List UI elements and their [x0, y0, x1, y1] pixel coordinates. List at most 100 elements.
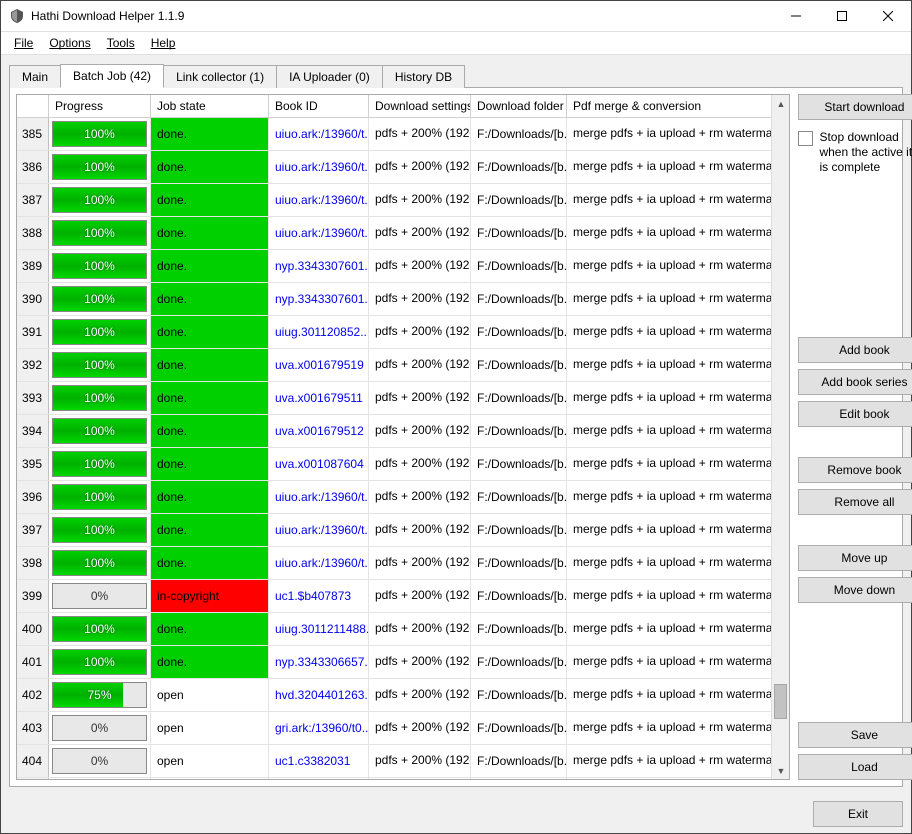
menu-tools[interactable]: Tools	[100, 34, 142, 52]
remove-book-button[interactable]: Remove book	[798, 457, 912, 483]
row-index: 402	[17, 679, 49, 711]
table-row[interactable]: 395100%done.uva.x001087604pdfs + 200% (1…	[17, 448, 789, 481]
tab-history-db[interactable]: History DB	[382, 65, 465, 88]
book-id-cell[interactable]: nyp.3343306657...	[269, 646, 369, 678]
table-row[interactable]: 3990%in-copyrightuc1.$b407873pdfs + 200%…	[17, 580, 789, 613]
book-id-cell[interactable]: gri.ark:/13960/t0...	[269, 712, 369, 744]
menu-file[interactable]: File	[7, 34, 40, 52]
book-id-cell[interactable]: uiuo.ark:/13960/t...	[269, 514, 369, 546]
download-settings-cell: pdfs + 200% (192dpi)+ resum...	[369, 679, 471, 711]
tab-link-collector[interactable]: Link collector (1)	[163, 65, 277, 88]
add-book-button[interactable]: Add book	[798, 337, 912, 363]
load-button[interactable]: Load	[798, 754, 912, 780]
merge-cell: merge pdfs + ia upload + rm watermark	[567, 118, 789, 150]
table-row[interactable]: 394100%done.uva.x001679512pdfs + 200% (1…	[17, 415, 789, 448]
table-row[interactable]: 400100%done.uiug.3011211488...pdfs + 200…	[17, 613, 789, 646]
book-id-cell[interactable]: uiug.301120852...	[269, 316, 369, 348]
table-row[interactable]: 397100%done.uiuo.ark:/13960/t...pdfs + 2…	[17, 514, 789, 547]
jobs-grid[interactable]: Progress Job state Book ID Download sett…	[16, 94, 790, 780]
job-state-cell: open	[151, 712, 269, 744]
table-row[interactable]: 4030%opengri.ark:/13960/t0...pdfs + 200%…	[17, 712, 789, 745]
maximize-button[interactable]	[819, 1, 865, 31]
scroll-up-icon[interactable]: ▲	[772, 95, 789, 112]
book-id-cell[interactable]: uiuo.ark:/13960/t...	[269, 547, 369, 579]
book-id-cell[interactable]: nyp.3343307601...	[269, 283, 369, 315]
book-id-cell[interactable]: uiuo.ark:/13960/t...	[269, 217, 369, 249]
table-row[interactable]: 401100%done.nyp.3343306657...pdfs + 200%…	[17, 646, 789, 679]
book-id-cell[interactable]: uiug.3011211488...	[269, 613, 369, 645]
menu-help[interactable]: Help	[144, 34, 183, 52]
minimize-button[interactable]	[773, 1, 819, 31]
book-id-cell[interactable]: nyp.3343307601...	[269, 250, 369, 282]
menu-options[interactable]: Options	[42, 34, 97, 52]
col-index[interactable]	[17, 95, 49, 117]
remove-all-button[interactable]: Remove all	[798, 489, 912, 515]
book-id-cell[interactable]: uva.x001679512	[269, 415, 369, 447]
progress-cell: 100%	[49, 646, 151, 678]
move-down-button[interactable]: Move down	[798, 577, 912, 603]
book-id-cell[interactable]: uiuo.ark:/13960/t...	[269, 118, 369, 150]
table-row[interactable]: 391100%done.uiug.301120852...pdfs + 200%…	[17, 316, 789, 349]
col-download-settings[interactable]: Download settings	[369, 95, 471, 117]
table-row[interactable]: 396100%done.uiuo.ark:/13960/t...pdfs + 2…	[17, 481, 789, 514]
book-id-cell[interactable]: hvd.3204401263...	[269, 679, 369, 711]
table-row[interactable]: 386100%done.uiuo.ark:/13960/t...pdfs + 2…	[17, 151, 789, 184]
table-row[interactable]: 389100%done.nyp.3343307601...pdfs + 200%…	[17, 250, 789, 283]
table-row[interactable]: 398100%done.uiuo.ark:/13960/t...pdfs + 2…	[17, 547, 789, 580]
job-state-cell: done.	[151, 646, 269, 678]
table-row[interactable]: 4040%openuc1.c3382031pdfs + 200% (192dpi…	[17, 745, 789, 778]
stop-when-complete-option[interactable]: Stop download when the active item is co…	[798, 126, 912, 175]
book-id-cell[interactable]: uc1.$b407873	[269, 580, 369, 612]
move-up-button[interactable]: Move up	[798, 545, 912, 571]
stop-when-complete-checkbox[interactable]	[798, 131, 813, 146]
add-book-series-button[interactable]: Add book series	[798, 369, 912, 395]
menubar: File Options Tools Help	[1, 32, 911, 55]
save-button[interactable]: Save	[798, 722, 912, 748]
merge-cell: merge pdfs + ia upload + rm watermark	[567, 547, 789, 579]
row-index: 399	[17, 580, 49, 612]
col-download-folder[interactable]: Download folder	[471, 95, 567, 117]
book-id-cell[interactable]: uc1.c3382031	[269, 745, 369, 777]
table-row[interactable]: 393100%done.uva.x001679511pdfs + 200% (1…	[17, 382, 789, 415]
grid-body[interactable]: 385100%done.uiuo.ark:/13960/t...pdfs + 2…	[17, 118, 789, 779]
col-job-state[interactable]: Job state	[151, 95, 269, 117]
row-index: 398	[17, 547, 49, 579]
merge-cell: merge pdfs + ia upload + rm watermark	[567, 283, 789, 315]
exit-button[interactable]: Exit	[813, 801, 903, 827]
book-id-cell[interactable]: uva.x001087604	[269, 448, 369, 480]
progress-cell: 100%	[49, 382, 151, 414]
table-row[interactable]: 387100%done.uiuo.ark:/13960/t...pdfs + 2…	[17, 184, 789, 217]
download-folder-cell: F:/Downloads/[b...	[471, 745, 567, 777]
row-index: 395	[17, 448, 49, 480]
book-id-cell[interactable]: uva.x001679519	[269, 349, 369, 381]
edit-book-button[interactable]: Edit book	[798, 401, 912, 427]
table-row[interactable]: 392100%done.uva.x001679519pdfs + 200% (1…	[17, 349, 789, 382]
col-book-id[interactable]: Book ID	[269, 95, 369, 117]
table-row[interactable]: 388100%done.uiuo.ark:/13960/t...pdfs + 2…	[17, 217, 789, 250]
col-pdf-merge[interactable]: Pdf merge & conversion	[567, 95, 789, 117]
book-id-cell[interactable]: uva.x001679511	[269, 382, 369, 414]
start-download-button[interactable]: Start download	[798, 94, 912, 120]
book-id-cell[interactable]: uiuo.ark:/13960/t...	[269, 481, 369, 513]
scroll-down-icon[interactable]: ▼	[772, 762, 789, 779]
close-button[interactable]	[865, 1, 911, 31]
download-settings-cell: pdfs + 200% (192dpi)+ resum...	[369, 250, 471, 282]
progress-cell: 100%	[49, 547, 151, 579]
col-progress[interactable]: Progress	[49, 95, 151, 117]
job-state-cell: done.	[151, 415, 269, 447]
table-row[interactable]: 4050%openuc1.c004122786pdfs + 200% (192d…	[17, 778, 789, 779]
book-id-cell[interactable]: uiuo.ark:/13960/t...	[269, 184, 369, 216]
tab-main[interactable]: Main	[9, 65, 61, 88]
tab-batch-job[interactable]: Batch Job (42)	[60, 64, 164, 88]
table-row[interactable]: 40275%openhvd.3204401263...pdfs + 200% (…	[17, 679, 789, 712]
table-row[interactable]: 385100%done.uiuo.ark:/13960/t...pdfs + 2…	[17, 118, 789, 151]
tab-ia-uploader[interactable]: IA Uploader (0)	[276, 65, 383, 88]
table-row[interactable]: 390100%done.nyp.3343307601...pdfs + 200%…	[17, 283, 789, 316]
scroll-thumb[interactable]	[774, 684, 787, 719]
job-state-cell: done.	[151, 283, 269, 315]
book-id-cell[interactable]: uc1.c004122786	[269, 778, 369, 779]
progress-cell: 100%	[49, 349, 151, 381]
book-id-cell[interactable]: uiuo.ark:/13960/t...	[269, 151, 369, 183]
vertical-scrollbar[interactable]: ▲ ▼	[771, 95, 789, 779]
merge-cell: merge pdfs + ia upload + rm watermark	[567, 217, 789, 249]
